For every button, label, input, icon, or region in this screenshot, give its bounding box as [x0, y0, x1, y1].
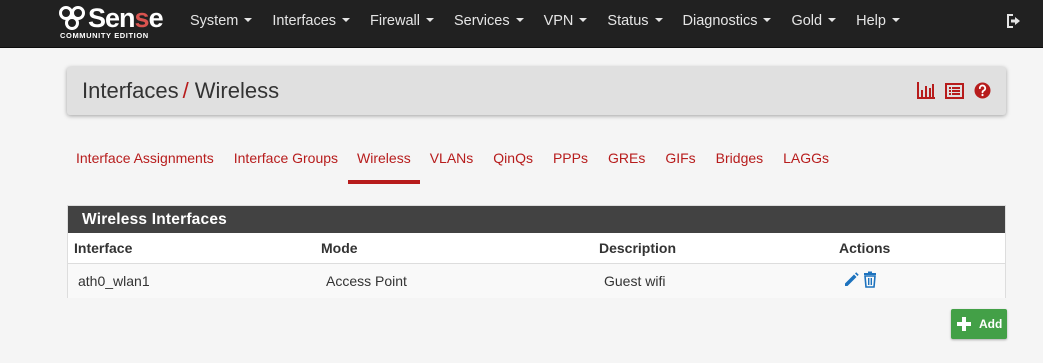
add-button[interactable]: Add: [951, 309, 1007, 339]
list-icon[interactable]: [945, 81, 964, 100]
caret-down-icon: [763, 18, 772, 23]
header-shortcuts: [917, 81, 992, 100]
caret-down-icon: [342, 18, 351, 23]
nav-services[interactable]: Services: [444, 0, 534, 48]
tab-laggs[interactable]: LAGGs: [773, 140, 839, 184]
nav-system[interactable]: System: [180, 0, 262, 48]
tab-bar: Interface Assignments Interface Groups W…: [66, 140, 839, 184]
breadcrumb-current: Wireless: [194, 78, 280, 103]
tab-interface-assignments[interactable]: Interface Assignments: [66, 140, 224, 184]
pfsense-logo[interactable]: Sense COMMUNITY EDITION: [58, 4, 168, 44]
nav-diagnostics[interactable]: Diagnostics: [673, 0, 782, 48]
page-header: Interfaces / Wireless: [67, 67, 1006, 115]
cell-mode: Access Point: [326, 273, 407, 289]
cell-description: Guest wifi: [604, 273, 666, 289]
caret-down-icon: [891, 18, 900, 23]
nav-help[interactable]: Help: [846, 0, 910, 48]
logo-edition: COMMUNITY EDITION: [60, 31, 149, 40]
sign-out-icon[interactable]: [1005, 12, 1023, 30]
bar-chart-icon[interactable]: [917, 81, 936, 100]
caret-down-icon: [828, 18, 837, 23]
caret-down-icon: [654, 18, 663, 23]
pencil-icon[interactable]: [843, 271, 859, 288]
tab-bridges[interactable]: Bridges: [706, 140, 773, 184]
logo-text: Sense: [88, 3, 164, 33]
breadcrumb-parent[interactable]: Interfaces: [82, 78, 179, 103]
caret-down-icon: [425, 18, 434, 23]
column-header-description: Description: [599, 240, 677, 256]
cell-interface: ath0_wlan1: [78, 273, 150, 289]
tab-gres[interactable]: GREs: [598, 140, 655, 184]
question-circle-icon[interactable]: [973, 81, 992, 100]
add-button-label: Add: [979, 317, 1003, 331]
row-actions: [843, 271, 879, 288]
nav-firewall[interactable]: Firewall: [360, 0, 444, 48]
tab-vlans[interactable]: VLANs: [420, 140, 484, 184]
main-menu: System Interfaces Firewall Services VPN …: [180, 0, 910, 48]
plus-icon: [957, 317, 971, 331]
column-header-interface: Interface: [74, 240, 133, 256]
breadcrumb: Interfaces / Wireless: [82, 77, 279, 105]
nav-gold[interactable]: Gold: [781, 0, 846, 48]
tab-qinqs[interactable]: QinQs: [483, 140, 543, 184]
top-navbar: Sense COMMUNITY EDITION System Interface…: [0, 0, 1043, 48]
panel-title: Wireless Interfaces: [68, 206, 1005, 233]
tab-wireless[interactable]: Wireless: [348, 140, 420, 184]
nav-vpn[interactable]: VPN: [534, 0, 598, 48]
tab-interface-groups[interactable]: Interface Groups: [224, 140, 348, 184]
logo-mark-icon: [59, 6, 85, 30]
trash-icon[interactable]: [863, 271, 879, 288]
nav-interfaces[interactable]: Interfaces: [262, 0, 360, 48]
nav-status[interactable]: Status: [597, 0, 672, 48]
caret-down-icon: [244, 18, 253, 23]
caret-down-icon: [515, 18, 524, 23]
column-header-mode: Mode: [321, 240, 358, 256]
breadcrumb-separator: /: [182, 78, 189, 103]
tab-ppps[interactable]: PPPs: [543, 140, 598, 184]
tab-gifs[interactable]: GIFs: [655, 140, 705, 184]
wireless-interfaces-panel: Wireless Interfaces Interface Mode Descr…: [67, 205, 1006, 298]
column-header-actions: Actions: [839, 240, 891, 256]
caret-down-icon: [579, 18, 588, 23]
